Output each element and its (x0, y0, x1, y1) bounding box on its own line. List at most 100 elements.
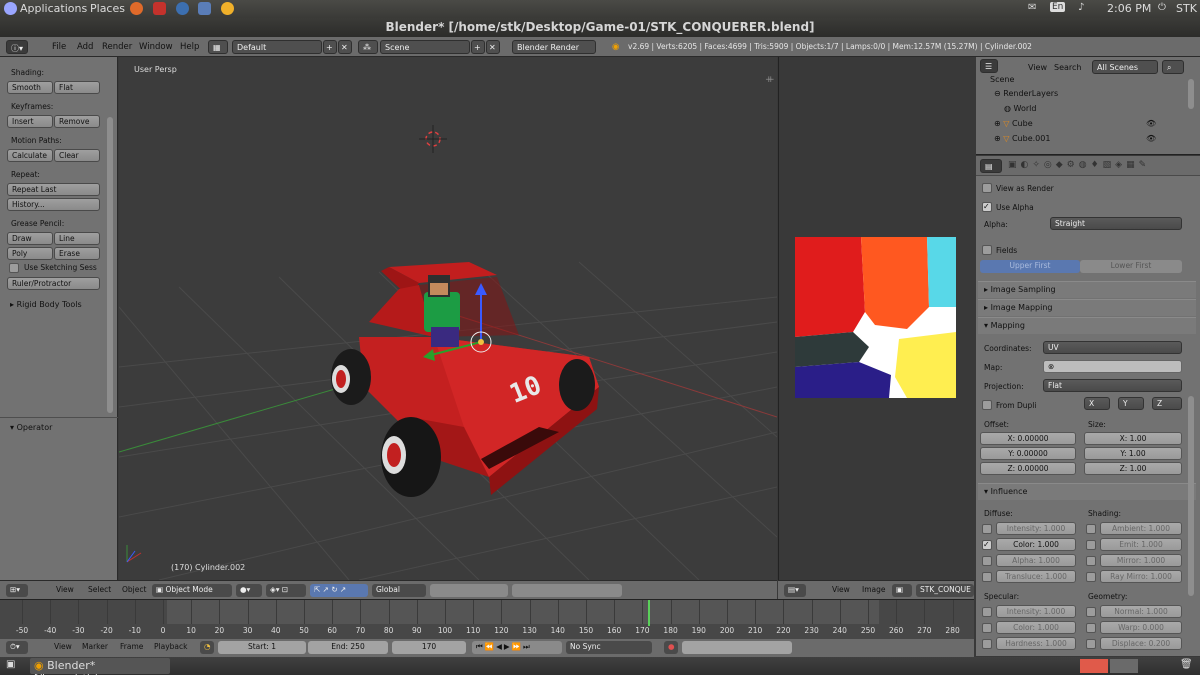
manipulator-toggles[interactable]: ⇱ ↗ ↻ ↗ (310, 584, 368, 597)
spec-intensity-checkbox[interactable] (982, 607, 992, 617)
3d-cursor-icon[interactable] (419, 125, 447, 153)
projection-select[interactable]: Flat (1043, 379, 1182, 392)
outliner-item-cube[interactable]: ⊕ ▽ Cube (994, 119, 1033, 128)
image-mapping-panel[interactable]: ▸ Image Mapping (978, 299, 1196, 316)
download-icon[interactable] (153, 2, 166, 15)
object-menu[interactable]: Object (118, 584, 150, 597)
menu-window[interactable]: Window (139, 42, 173, 52)
auto-keying-icon[interactable]: ● (664, 641, 678, 654)
visibility-eye-icon[interactable]: 👁 (1146, 134, 1156, 143)
image-view-menu[interactable]: View (828, 584, 854, 597)
media-player-icon[interactable] (221, 2, 234, 15)
coordinates-select[interactable]: UV (1043, 341, 1182, 354)
ambient-field[interactable]: Ambient: 1.000 (1100, 522, 1182, 535)
current-frame-field[interactable]: 170 (392, 641, 466, 654)
firefox-icon[interactable] (130, 2, 143, 15)
offset-z-field[interactable]: Z: 0.00000 (980, 462, 1076, 475)
influence-panel[interactable]: ▾ Influence (978, 483, 1196, 500)
warp-field[interactable]: Warp: 0.000 (1100, 621, 1182, 634)
tool-shelf-scrollbar[interactable] (107, 117, 113, 413)
offset-y-field[interactable]: Y: 0.00000 (980, 447, 1076, 460)
taskbar-blender-item[interactable]: ◉ Blender* [/home/stk/... (30, 658, 170, 675)
diffuse-color-field[interactable]: Color: 1.000 (996, 538, 1076, 551)
delete-screen-icon[interactable]: ✕ (338, 40, 352, 54)
timeline-frame-menu[interactable]: Frame (116, 641, 147, 654)
displace-field[interactable]: Displace: 0.200 (1100, 637, 1182, 650)
tool-shelf-toggle-icon[interactable]: + (767, 75, 775, 85)
sync-mode-select[interactable]: No Sync (566, 641, 652, 654)
draw-button[interactable]: Draw (7, 232, 53, 245)
visibility-eye-icon[interactable]: 👁 (1146, 119, 1156, 128)
mail-icon[interactable]: ✉ (1028, 2, 1036, 13)
ubuntu-logo-icon[interactable] (4, 2, 17, 15)
transform-orientation-select[interactable]: Global (372, 584, 426, 597)
use-sketching-checkbox[interactable] (9, 263, 19, 273)
menu-help[interactable]: Help (180, 42, 199, 52)
applications-menu[interactable]: Applications (20, 2, 87, 15)
properties-context-tabs[interactable]: ▣◐✧◎◆⚙◍♦▧◈▦✎ (1008, 160, 1150, 170)
ruler-button[interactable]: Ruler/Protractor (7, 277, 100, 290)
outliner-search-icon[interactable]: ⌕ (1162, 60, 1184, 74)
chromium-icon[interactable] (176, 2, 189, 15)
mapping-panel[interactable]: ▾ Mapping (978, 317, 1196, 334)
mode-select[interactable]: ▣ Object Mode (152, 584, 232, 597)
layer-buttons[interactable] (430, 584, 508, 597)
mapping-y-select[interactable]: Y (1118, 397, 1144, 410)
hardness-checkbox[interactable] (982, 639, 992, 649)
uv-map-field[interactable]: ⊗ (1043, 360, 1182, 373)
pivot-point-select[interactable]: ◈▾ ⊡ (266, 584, 306, 597)
viewport-scene[interactable]: 10 (119, 57, 777, 580)
use-preview-range-icon[interactable]: ◔ (200, 641, 214, 654)
workspace-switcher[interactable] (1080, 659, 1108, 673)
image-browse-icon[interactable]: ▣ (892, 584, 912, 597)
outliner-item-cube-001[interactable]: ⊕ ▽ Cube.001 (994, 134, 1050, 143)
end-frame-field[interactable]: End: 250 (308, 641, 388, 654)
spec-color-checkbox[interactable] (982, 623, 992, 633)
viewport-shading-select[interactable]: ●▾ (236, 584, 262, 597)
menu-render[interactable]: Render (102, 42, 132, 52)
hardness-field[interactable]: Hardness: 1.000 (996, 637, 1076, 650)
repeat-last-button[interactable]: Repeat Last (7, 183, 100, 196)
keying-set-field[interactable] (682, 641, 792, 654)
ray-mirror-checkbox[interactable] (1086, 572, 1096, 582)
outliner-item-scene[interactable]: Scene (990, 75, 1014, 84)
outliner-item-renderlayers[interactable]: ⊖ RenderLayers (994, 89, 1058, 98)
spec-intensity-field[interactable]: Intensity: 1.000 (996, 605, 1076, 618)
outliner-search-menu[interactable]: Search (1054, 63, 1081, 72)
size-z-field[interactable]: Z: 1.00 (1084, 462, 1182, 475)
user-name[interactable]: STK (1176, 2, 1197, 15)
spec-color-field[interactable]: Color: 1.000 (996, 621, 1076, 634)
race-car-model[interactable]: 10 (331, 262, 599, 497)
timeline-editor[interactable]: -50 -40 -30 -20 -10 0 10 20 30 40 50 60 70 80 90 100 110… (0, 599, 974, 639)
lower-first-toggle[interactable]: Lower First (1080, 260, 1182, 273)
start-frame-field[interactable]: Start: 1 (218, 641, 306, 654)
displace-checkbox[interactable] (1086, 639, 1096, 649)
show-desktop-icon[interactable]: ▣ (6, 659, 15, 670)
history-button[interactable]: History... (7, 198, 100, 211)
diffuse-alpha-field[interactable]: Alpha: 1.000 (996, 554, 1076, 567)
image-sampling-panel[interactable]: ▸ Image Sampling (978, 281, 1196, 298)
outliner-scrollbar[interactable] (1188, 79, 1194, 109)
translucency-checkbox[interactable] (982, 572, 992, 582)
uv-image-editor[interactable]: + (767, 57, 974, 580)
remove-keyframe-button[interactable]: Remove (54, 115, 100, 128)
scene-field[interactable]: Scene (380, 40, 470, 54)
timeline-marker-menu[interactable]: Marker (78, 641, 112, 654)
snapping-tools[interactable] (512, 584, 622, 597)
screen-layout-field[interactable]: Default (232, 40, 322, 54)
outliner-editor-type-icon[interactable]: ☰ (980, 59, 998, 73)
size-x-field[interactable]: X: 1.00 (1084, 432, 1182, 445)
emit-checkbox[interactable] (1086, 540, 1096, 550)
keyboard-layout[interactable]: En (1050, 2, 1066, 12)
normal-checkbox[interactable] (1086, 607, 1096, 617)
power-icon[interactable]: ⏻ (1158, 2, 1166, 13)
3d-editor-type-icon[interactable]: ⊞▾ (6, 584, 28, 597)
alpha-mode-select[interactable]: Straight (1050, 217, 1182, 230)
mapping-z-select[interactable]: Z (1152, 397, 1182, 410)
insert-keyframe-button[interactable]: Insert (7, 115, 53, 128)
clock[interactable]: 2:06 PM (1107, 2, 1151, 15)
places-menu[interactable]: Places (90, 2, 125, 15)
emit-field[interactable]: Emit: 1.000 (1100, 538, 1182, 551)
offset-x-field[interactable]: X: 0.00000 (980, 432, 1076, 445)
warp-checkbox[interactable] (1086, 623, 1096, 633)
